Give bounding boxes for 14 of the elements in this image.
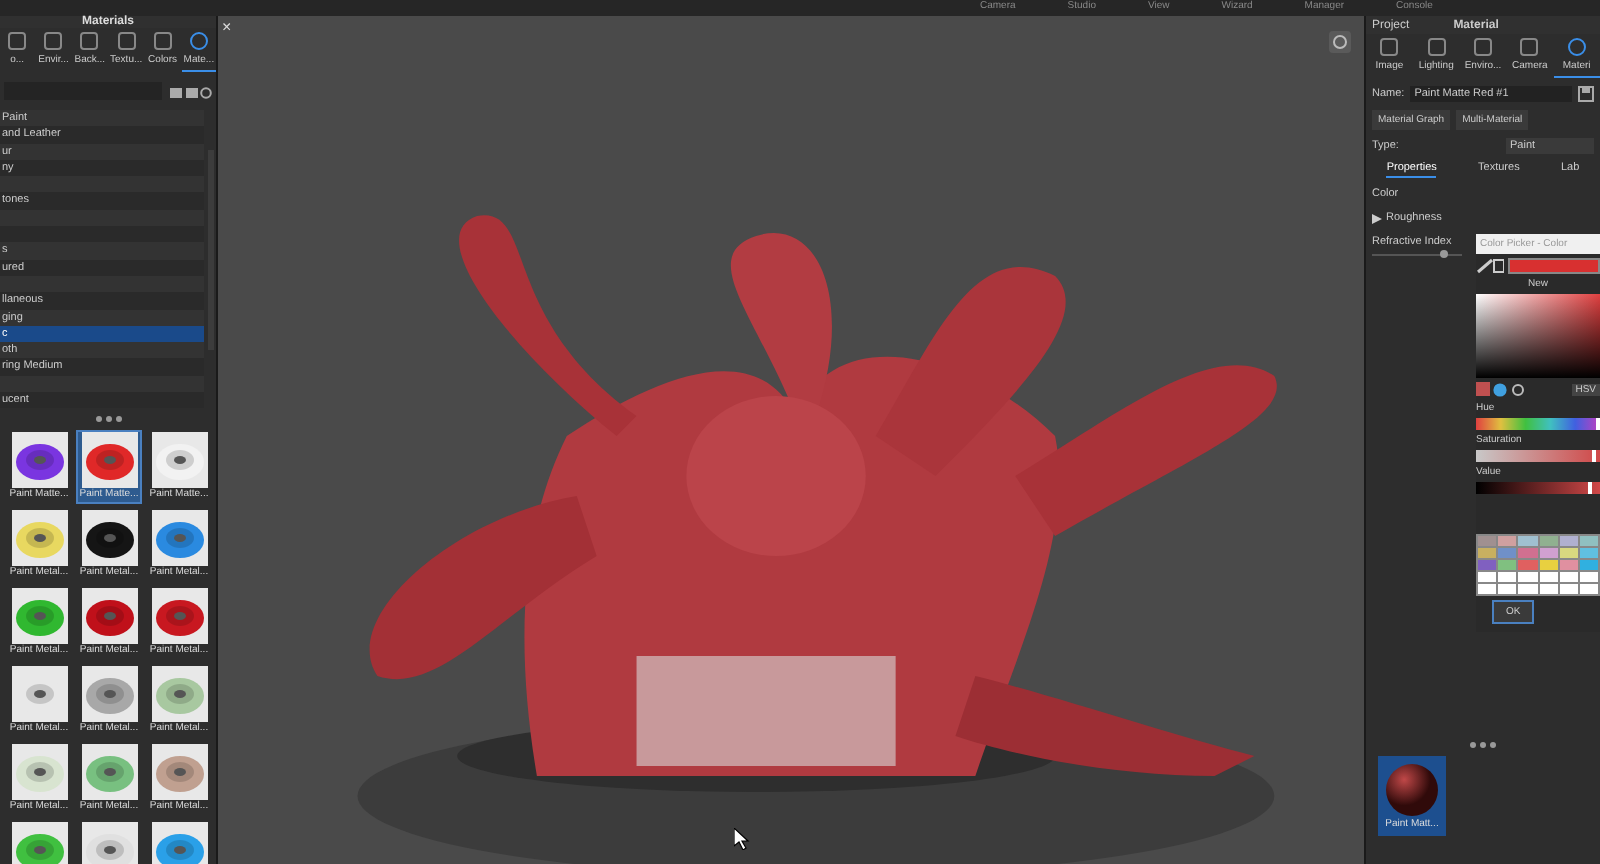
eyedropper-icon[interactable] bbox=[1476, 258, 1504, 274]
color-preview bbox=[1508, 258, 1600, 274]
cursor-icon bbox=[734, 828, 750, 850]
close-button[interactable]: × bbox=[222, 18, 232, 36]
color-slider[interactable] bbox=[1476, 482, 1600, 494]
color-field[interactable] bbox=[1476, 294, 1600, 378]
expand-triangle-icon[interactable] bbox=[1372, 214, 1382, 224]
swatch-grid[interactable] bbox=[1476, 534, 1600, 596]
camera-icon[interactable] bbox=[1328, 30, 1352, 54]
color-slider[interactable] bbox=[1476, 418, 1600, 430]
save-icon[interactable] bbox=[1578, 86, 1594, 102]
color-slider[interactable] bbox=[1476, 450, 1600, 462]
slider-handle[interactable] bbox=[1440, 250, 1448, 258]
color-mode-icon[interactable] bbox=[1476, 382, 1524, 398]
